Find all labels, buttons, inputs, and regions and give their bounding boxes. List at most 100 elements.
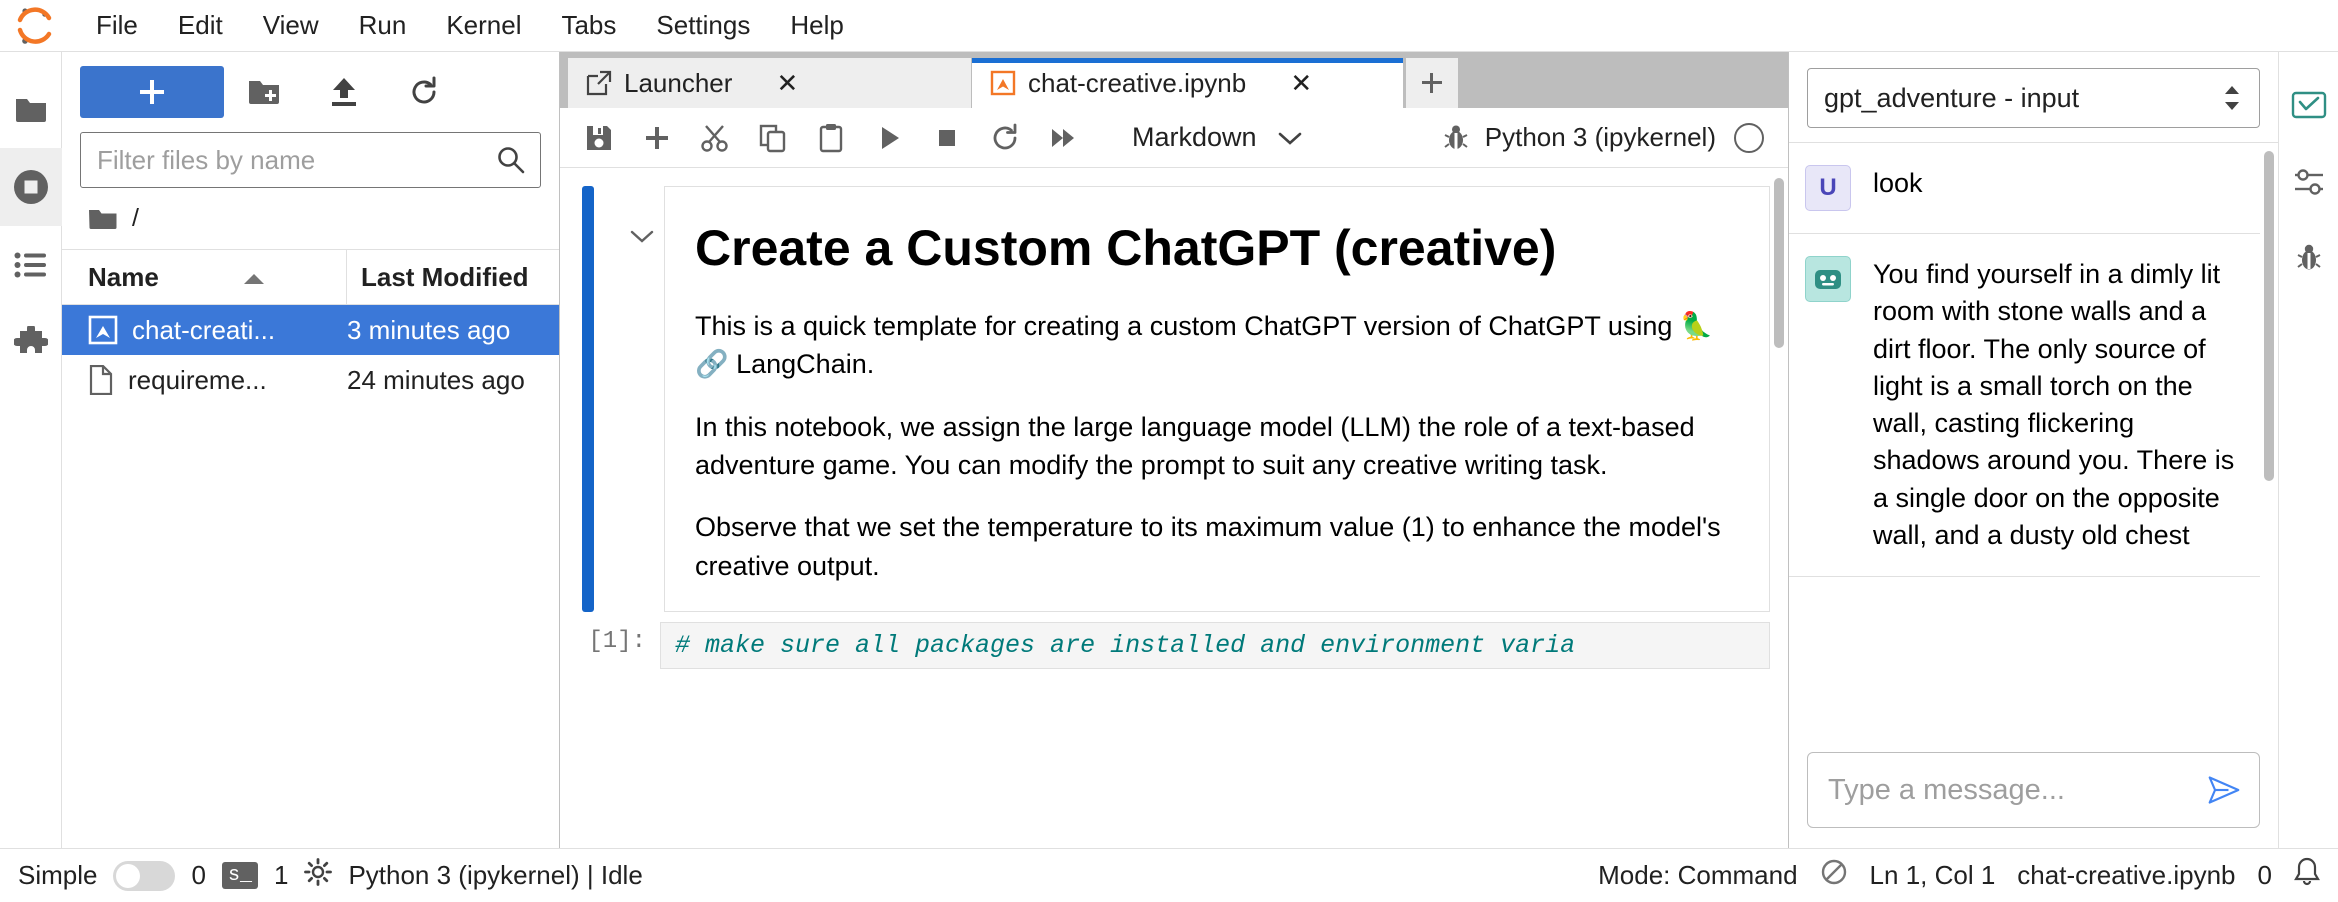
upload-button[interactable] xyxy=(304,66,384,118)
plus-icon xyxy=(136,76,168,108)
sidebar-item-commands[interactable] xyxy=(0,226,62,304)
file-list-item-requirements[interactable]: requireme... 24 minutes ago xyxy=(62,355,559,405)
chat-input-wrap xyxy=(1789,738,2278,848)
notebook-mode-label: Mode: Command xyxy=(1598,860,1797,891)
menu-items: File Edit View Run Kernel Tabs Settings … xyxy=(76,6,864,45)
status-bar: Simple 0 s_ 1 Python 3 (ipykernel) | xyxy=(0,848,2338,902)
paste-button[interactable] xyxy=(802,109,860,167)
chat-select-wrap: gpt_adventure - input xyxy=(1789,52,2278,142)
menu-kernel[interactable]: Kernel xyxy=(426,6,541,45)
code-editor[interactable]: # make sure all packages are installed a… xyxy=(660,622,1770,669)
bug-icon xyxy=(2295,242,2323,274)
code-cell[interactable]: [1]: # make sure all packages are instal… xyxy=(582,622,1770,669)
file-list-item-notebook[interactable]: chat-creati... 3 minutes ago xyxy=(62,305,559,355)
breadcrumb[interactable]: / xyxy=(62,188,559,249)
main-area: / Name Last Modified xyxy=(0,52,2338,848)
new-launcher-button[interactable] xyxy=(80,66,224,118)
scissors-icon xyxy=(700,123,730,153)
kernel-name-label[interactable]: Python 3 (ipykernel) xyxy=(1485,122,1716,153)
menu-tabs[interactable]: Tabs xyxy=(541,6,636,45)
sidebar-item-extensions[interactable] xyxy=(0,304,62,382)
sidebar-item-chat[interactable] xyxy=(2279,68,2338,144)
notebook-scrollbar[interactable] xyxy=(1770,168,1788,848)
chat-message-list: U look You find yourself in a xyxy=(1789,142,2278,738)
menu-view[interactable]: View xyxy=(243,6,339,45)
kernel-status-label[interactable]: Python 3 (ipykernel) | Idle xyxy=(348,860,642,891)
cut-button[interactable] xyxy=(686,109,744,167)
right-activity-bar xyxy=(2278,52,2338,848)
plus-icon xyxy=(1419,70,1445,96)
restart-icon xyxy=(990,123,1020,153)
no-entry-icon[interactable] xyxy=(1820,858,1848,893)
new-folder-button[interactable] xyxy=(224,66,304,118)
file-modified-label: 24 minutes ago xyxy=(347,365,559,396)
sidebar-item-file-browser[interactable] xyxy=(0,70,62,148)
launcher-icon xyxy=(586,70,612,96)
tab-close-icon[interactable]: ✕ xyxy=(770,66,804,100)
chat-scrollbar[interactable] xyxy=(2260,143,2278,738)
insert-cell-button[interactable] xyxy=(628,109,686,167)
chat-icon xyxy=(2291,90,2327,122)
send-icon[interactable] xyxy=(2207,773,2241,807)
paste-icon xyxy=(816,123,846,153)
bell-icon[interactable] xyxy=(2294,857,2320,894)
file-list-header: Name Last Modified xyxy=(62,249,559,305)
breadcrumb-root[interactable]: / xyxy=(132,204,139,233)
sidebar-item-running-sessions[interactable] xyxy=(0,148,62,226)
stop-icon xyxy=(932,123,962,153)
menu-help[interactable]: Help xyxy=(770,6,863,45)
tab-launcher[interactable]: Launcher ✕ xyxy=(568,58,972,108)
gear-icon[interactable] xyxy=(304,858,332,893)
markdown-cell[interactable]: Create a Custom ChatGPT (creative) This … xyxy=(582,186,1770,612)
column-header-last-modified[interactable]: Last Modified xyxy=(347,250,559,304)
scrollbar-thumb[interactable] xyxy=(1774,178,1784,348)
tab-close-icon[interactable]: ✕ xyxy=(1284,66,1318,100)
message-input[interactable] xyxy=(1826,773,2207,808)
folder-icon xyxy=(88,207,118,231)
tab-chat-creative-notebook[interactable]: chat-creative.ipynb ✕ xyxy=(972,58,1404,108)
sidebar-item-property-inspector[interactable] xyxy=(2279,144,2338,220)
markdown-cell-content[interactable]: Create a Custom ChatGPT (creative) This … xyxy=(664,186,1770,612)
run-button[interactable] xyxy=(860,109,918,167)
menu-file[interactable]: File xyxy=(76,6,158,45)
restart-run-all-button[interactable] xyxy=(1034,109,1092,167)
menu-settings[interactable]: Settings xyxy=(636,6,770,45)
left-activity-bar xyxy=(0,52,62,848)
file-name-cell: requireme... xyxy=(62,365,347,396)
column-header-name[interactable]: Name xyxy=(62,250,347,304)
terminal-count[interactable]: 1 xyxy=(274,860,288,891)
new-tab-button[interactable] xyxy=(1406,58,1458,108)
jupyterlab-window: File Edit View Run Kernel Tabs Settings … xyxy=(0,0,2338,902)
cell-collapser[interactable] xyxy=(620,186,664,612)
kernel-session-count[interactable]: 0 xyxy=(191,860,205,891)
file-browser-toolbar xyxy=(62,52,559,126)
debugger-toggle-button[interactable] xyxy=(1427,109,1485,167)
cursor-position-label[interactable]: Ln 1, Col 1 xyxy=(1870,860,1996,891)
column-header-name-label: Name xyxy=(88,262,159,293)
chat-selector-label: gpt_adventure - input xyxy=(1824,83,2221,114)
menu-edit[interactable]: Edit xyxy=(158,6,243,45)
restart-kernel-button[interactable] xyxy=(976,109,1034,167)
tab-bar: Launcher ✕ chat-creative.ipynb ✕ xyxy=(560,52,1788,108)
cell-active-bar xyxy=(582,186,594,612)
avatar: U xyxy=(1805,165,1851,211)
search-input[interactable] xyxy=(95,144,496,177)
chat-selector[interactable]: gpt_adventure - input xyxy=(1807,68,2260,128)
chat-input-box[interactable] xyxy=(1807,752,2260,828)
kernel-status-indicator xyxy=(1734,123,1764,153)
cell-type-select[interactable]: Markdown xyxy=(1118,113,1317,163)
notebook-icon xyxy=(88,315,118,345)
cell-execution-count: [1]: xyxy=(582,622,660,655)
folder-icon xyxy=(14,94,48,124)
tab-label: Launcher xyxy=(624,68,732,99)
sidebar-item-debugger[interactable] xyxy=(2279,220,2338,296)
menu-run[interactable]: Run xyxy=(339,6,427,45)
copy-button[interactable] xyxy=(744,109,802,167)
simple-mode-toggle[interactable] xyxy=(113,861,175,891)
interrupt-button[interactable] xyxy=(918,109,976,167)
refresh-button[interactable] xyxy=(384,66,464,118)
terminal-icon[interactable]: s_ xyxy=(222,862,258,889)
file-filter-box[interactable] xyxy=(80,132,541,188)
save-button[interactable] xyxy=(570,109,628,167)
scrollbar-thumb[interactable] xyxy=(2264,151,2274,481)
